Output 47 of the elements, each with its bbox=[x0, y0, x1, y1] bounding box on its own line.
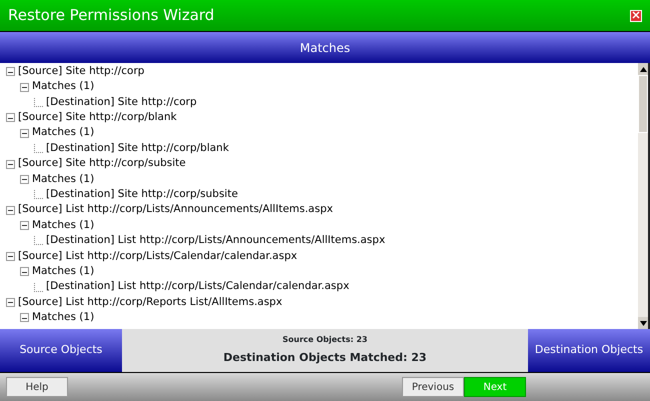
window-title: Restore Permissions Wizard bbox=[8, 5, 214, 26]
tree-item-label[interactable]: [Destination] Site http://corp/blank bbox=[46, 140, 229, 157]
tree-item-label[interactable]: [Source] Site http://corp/blank bbox=[18, 110, 177, 126]
tree-item-label[interactable]: [Source] List http://corp/Lists/Calendar/calendar.aspx bbox=[18, 248, 298, 264]
tree-item-label[interactable]: [Destination] Site http://corp/subsite bbox=[46, 186, 238, 203]
tree-item-label[interactable]: Matches (1) bbox=[32, 218, 94, 234]
tree-item-label[interactable]: [Source] Site http://corp bbox=[18, 64, 144, 80]
tree-connector bbox=[34, 144, 43, 154]
expander-icon[interactable] bbox=[6, 252, 15, 261]
close-icon[interactable] bbox=[630, 10, 642, 22]
matched-count: Destination Objects Matched: 23 bbox=[223, 350, 427, 366]
tree-item-label[interactable]: [Source] Site http://corp/subsite bbox=[18, 156, 186, 172]
wizard-button[interactable]: Previous bbox=[402, 377, 464, 397]
expander-icon[interactable] bbox=[20, 82, 29, 92]
source-objects-button[interactable]: Source Objects bbox=[0, 329, 122, 372]
scroll-up-icon[interactable] bbox=[638, 63, 648, 75]
destination-objects-button[interactable]: Destination Objects bbox=[528, 329, 650, 372]
scroll-down-icon[interactable] bbox=[638, 317, 648, 329]
tree-connector bbox=[34, 98, 43, 107]
expander-icon[interactable] bbox=[6, 160, 15, 169]
expander-icon[interactable] bbox=[6, 206, 15, 215]
tree-item-label[interactable]: Matches (1) bbox=[32, 310, 94, 326]
expander-icon[interactable] bbox=[6, 67, 15, 76]
tree-item-label[interactable]: [Source] List http://corp/Reports List/AllItems.aspx bbox=[18, 294, 282, 310]
source-count: Source Objects: 23 bbox=[282, 334, 368, 346]
tree-item-label[interactable]: [Destination] List http://corp/Lists/Announcements/AllItems.aspx bbox=[46, 233, 386, 249]
expander-icon[interactable] bbox=[20, 313, 29, 322]
tree-item-label[interactable]: Matches (1) bbox=[32, 172, 94, 188]
tree-item-label[interactable]: Matches (1) bbox=[32, 79, 94, 95]
tree-connector bbox=[34, 282, 43, 292]
expander-icon[interactable] bbox=[20, 128, 29, 138]
tree-item-label[interactable]: [Source] List http://corp/Lists/Announcements/AllItems.aspx bbox=[18, 202, 333, 218]
expander-icon[interactable] bbox=[20, 267, 29, 276]
scrollbar[interactable] bbox=[638, 63, 650, 329]
expander-icon[interactable] bbox=[20, 174, 29, 184]
expander-icon[interactable] bbox=[20, 221, 29, 230]
tree-item-label[interactable]: Matches (1) bbox=[32, 264, 94, 280]
header-title: Matches bbox=[300, 40, 350, 56]
tree-item-label[interactable]: [Destination] Site http://corp bbox=[46, 94, 197, 110]
expander-icon[interactable] bbox=[6, 113, 15, 122]
wizard-button[interactable]: Help bbox=[6, 377, 68, 397]
tree-item-label[interactable]: [Destination] List http://corp/Lists/Calendar/calendar.aspx bbox=[46, 279, 350, 296]
expander-icon[interactable] bbox=[6, 298, 15, 308]
tree-item-label[interactable]: Matches (1) bbox=[32, 125, 94, 142]
tree-connector bbox=[34, 190, 43, 200]
scroll-thumb[interactable] bbox=[638, 75, 648, 133]
tree-connector bbox=[34, 236, 43, 246]
